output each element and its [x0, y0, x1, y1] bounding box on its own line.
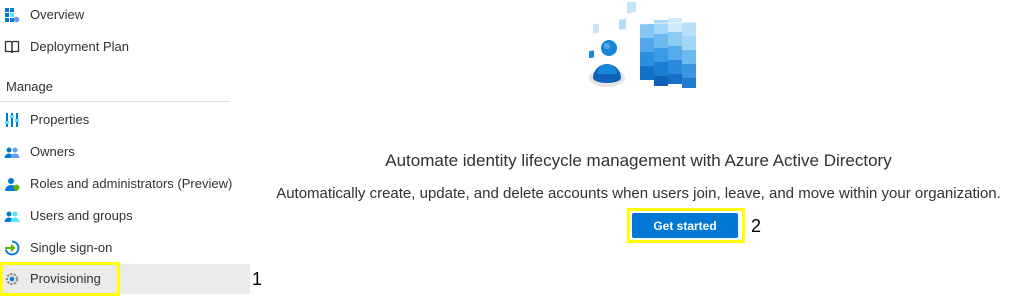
hero-illustration — [585, 0, 710, 94]
page-title: Automate identity lifecycle management w… — [385, 151, 892, 170]
identity-provisioning-illustration — [589, 0, 697, 88]
sidebar-item-label: Single sign-on — [30, 240, 113, 255]
sidebar-item-single-sign-on[interactable]: Single sign-on — [0, 233, 250, 263]
sidebar-item-owners[interactable]: Owners — [0, 137, 250, 167]
sidebar-item-users-groups[interactable]: Users and groups — [0, 201, 250, 231]
sidebar-item-properties[interactable]: Properties — [0, 105, 250, 135]
sidebar-item-roles-admins[interactable]: Roles and administrators (Preview) — [0, 169, 250, 199]
properties-sliders-icon — [4, 112, 20, 128]
sidebar-item-deployment-plan[interactable]: Deployment Plan — [0, 32, 250, 62]
sso-arrow-icon — [4, 240, 20, 256]
sidebar-item-label: Properties — [30, 112, 90, 127]
sidebar-item-overview[interactable]: Overview — [0, 0, 250, 30]
section-header-manage: Manage — [6, 79, 53, 94]
sidebar-item-label: Users and groups — [30, 208, 133, 223]
step-number-1: 1 — [252, 269, 263, 289]
section-divider — [0, 101, 230, 102]
page-description: Automatically create, update, and delete… — [276, 185, 1001, 202]
book-icon — [4, 39, 20, 55]
sidebar-item-label: Roles and administrators (Preview) — [30, 176, 233, 191]
sidebar-item-label: Deployment Plan — [30, 39, 129, 54]
users-groups-icon — [4, 208, 20, 224]
roles-person-icon — [4, 176, 20, 192]
sidebar-nav: Overview Deployment Plan Manage Properti… — [0, 0, 250, 302]
sidebar-item-label: Owners — [30, 144, 75, 159]
step-number-2: 2 — [751, 216, 762, 236]
sidebar-item-label: Overview — [30, 7, 85, 22]
owners-people-icon — [4, 144, 20, 160]
overview-grid-icon — [4, 7, 20, 23]
highlight-box-provisioning — [0, 262, 120, 296]
highlight-box-get-started — [627, 208, 745, 243]
